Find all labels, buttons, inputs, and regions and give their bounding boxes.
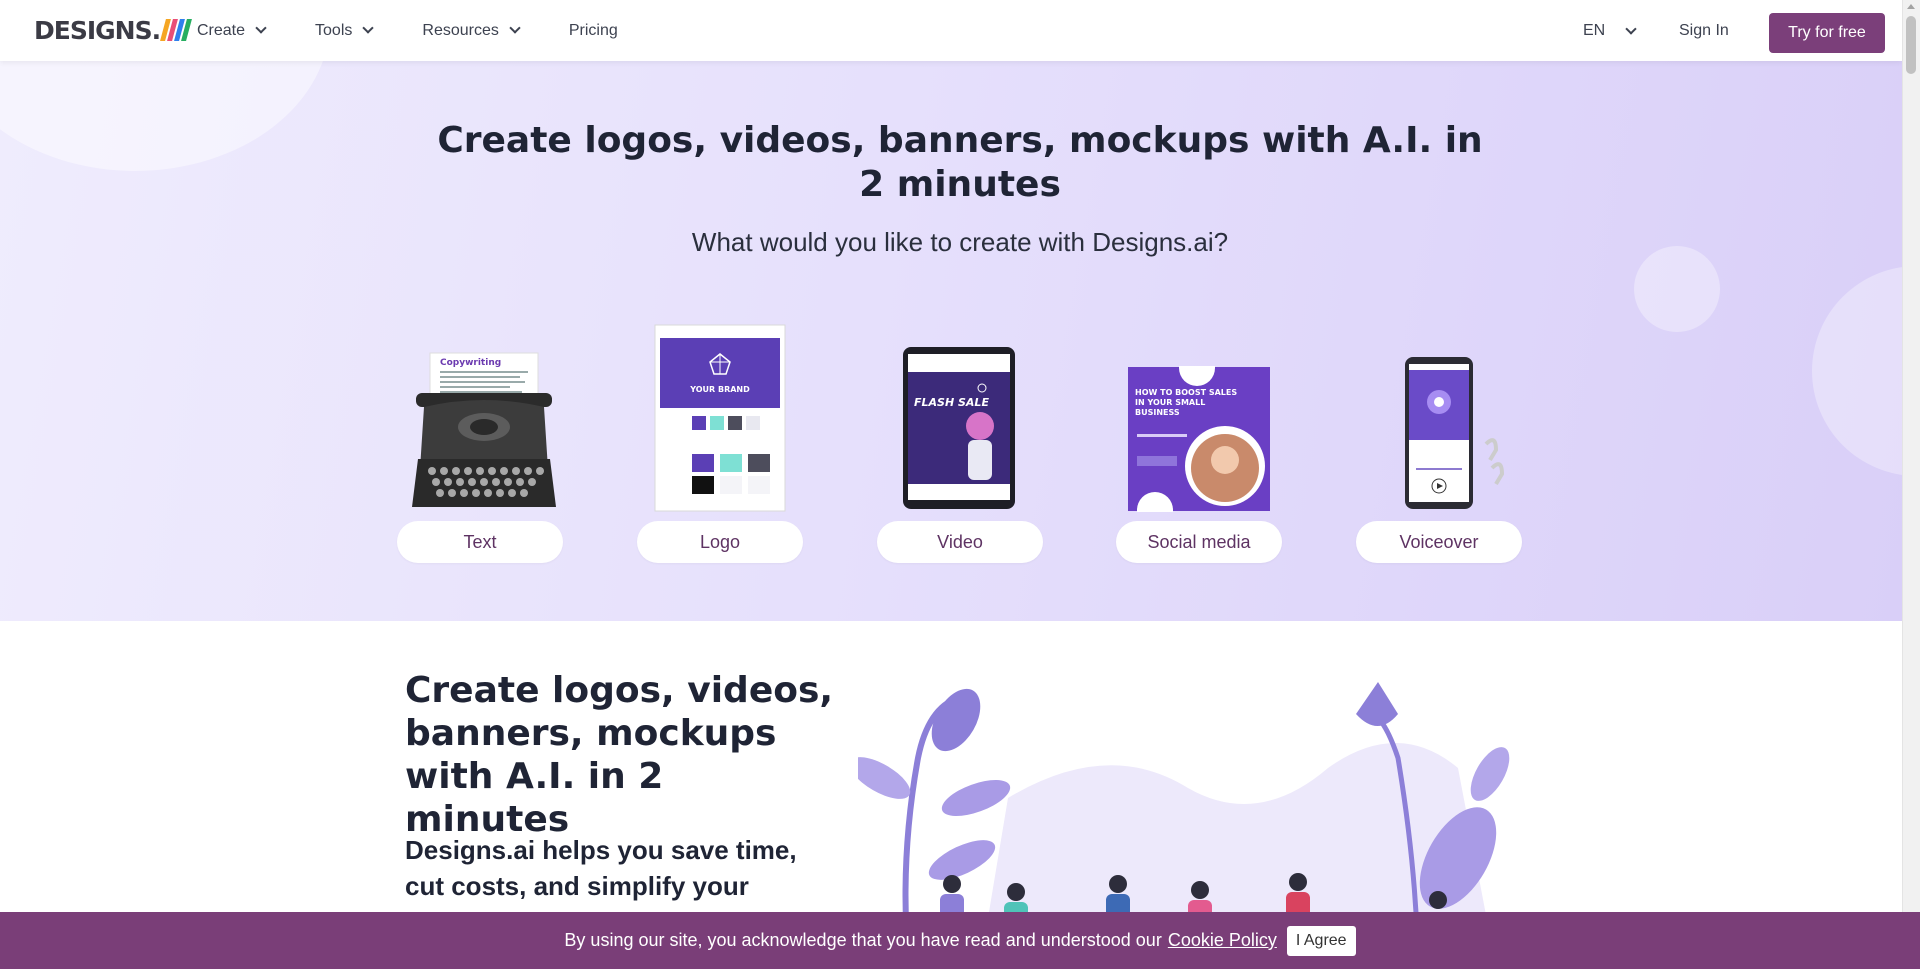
logo-text: DESIGNS.: [34, 15, 161, 45]
section2-title: Create logos, videos, banners, mockups w…: [405, 670, 834, 840]
category-video-button[interactable]: Video: [877, 521, 1043, 563]
chevron-down-icon: [1625, 22, 1637, 35]
cookie-banner: By using our site, you acknowledge that …: [0, 912, 1920, 969]
social-post-headline: HOW TO BOOST SALES IN YOUR SMALL BUSINES…: [1135, 388, 1238, 417]
decorative-blob: [0, 61, 330, 171]
cookie-agree-button[interactable]: I Agree: [1286, 925, 1356, 956]
nav-create[interactable]: Create: [197, 21, 267, 40]
page-scrollbar[interactable]: [1902, 0, 1920, 969]
nav-resources[interactable]: Resources: [422, 21, 521, 40]
scroll-up-arrow-icon[interactable]: [1907, 4, 1915, 9]
nav-resources-label: Resources: [422, 21, 499, 39]
nav-create-label: Create: [197, 21, 246, 39]
hero-title: Create logos, videos, banners, mockups w…: [437, 120, 1483, 205]
category-voiceover-button[interactable]: Voiceover: [1356, 521, 1522, 563]
language-label: EN: [1583, 22, 1606, 39]
typewriter-paper-title: Copywriting: [440, 358, 501, 368]
top-navbar: DESIGNS. Create Tools Resources Pricing …: [0, 0, 1902, 61]
nav-pricing-label: Pricing: [568, 21, 618, 39]
chevron-down-icon: [255, 22, 267, 34]
logo-ai-mark: [160, 19, 193, 41]
cookie-text: By using our site, you acknowledge that …: [564, 930, 1162, 950]
sign-in-link[interactable]: Sign In: [1679, 22, 1729, 40]
category-text-button[interactable]: Text: [397, 521, 563, 563]
typewriter-icon[interactable]: Copywriting: [410, 349, 558, 513]
language-selector[interactable]: EN: [1583, 22, 1637, 40]
decorative-circle: [1634, 246, 1720, 332]
tablet-video-icon[interactable]: FLASH SALE: [902, 346, 1016, 510]
category-social-media-button[interactable]: Social media: [1116, 521, 1282, 563]
tablet-flash-sale-text: FLASH SALE: [914, 396, 989, 409]
hero-subtitle: What would you like to create with Desig…: [691, 227, 1229, 257]
decorative-circle: [1812, 266, 1902, 476]
scroll-thumb[interactable]: [1906, 16, 1916, 74]
chevron-down-icon: [509, 22, 521, 34]
try-for-free-button[interactable]: Try for free: [1769, 13, 1885, 53]
category-logo-button[interactable]: Logo: [637, 521, 803, 563]
hero-section: Create logos, videos, banners, mockups w…: [0, 61, 1902, 621]
cookie-policy-link[interactable]: Cookie Policy: [1168, 930, 1277, 951]
nav-tools[interactable]: Tools: [315, 21, 375, 40]
logo-sheet-icon[interactable]: YOUR BRAND: [654, 324, 786, 512]
nav-tools-label: Tools: [315, 21, 353, 39]
chevron-down-icon: [362, 22, 375, 34]
designs-ai-logo[interactable]: DESIGNS.: [34, 14, 193, 46]
social-post-icon[interactable]: HOW TO BOOST SALES IN YOUR SMALL BUSINES…: [1127, 366, 1271, 512]
main-nav: Create Tools Resources Pricing: [197, 0, 668, 61]
phone-audio-icon[interactable]: [1404, 356, 1512, 512]
logo-sheet-brand-text: YOUR BRAND: [689, 385, 750, 394]
nav-pricing[interactable]: Pricing: [569, 22, 618, 40]
